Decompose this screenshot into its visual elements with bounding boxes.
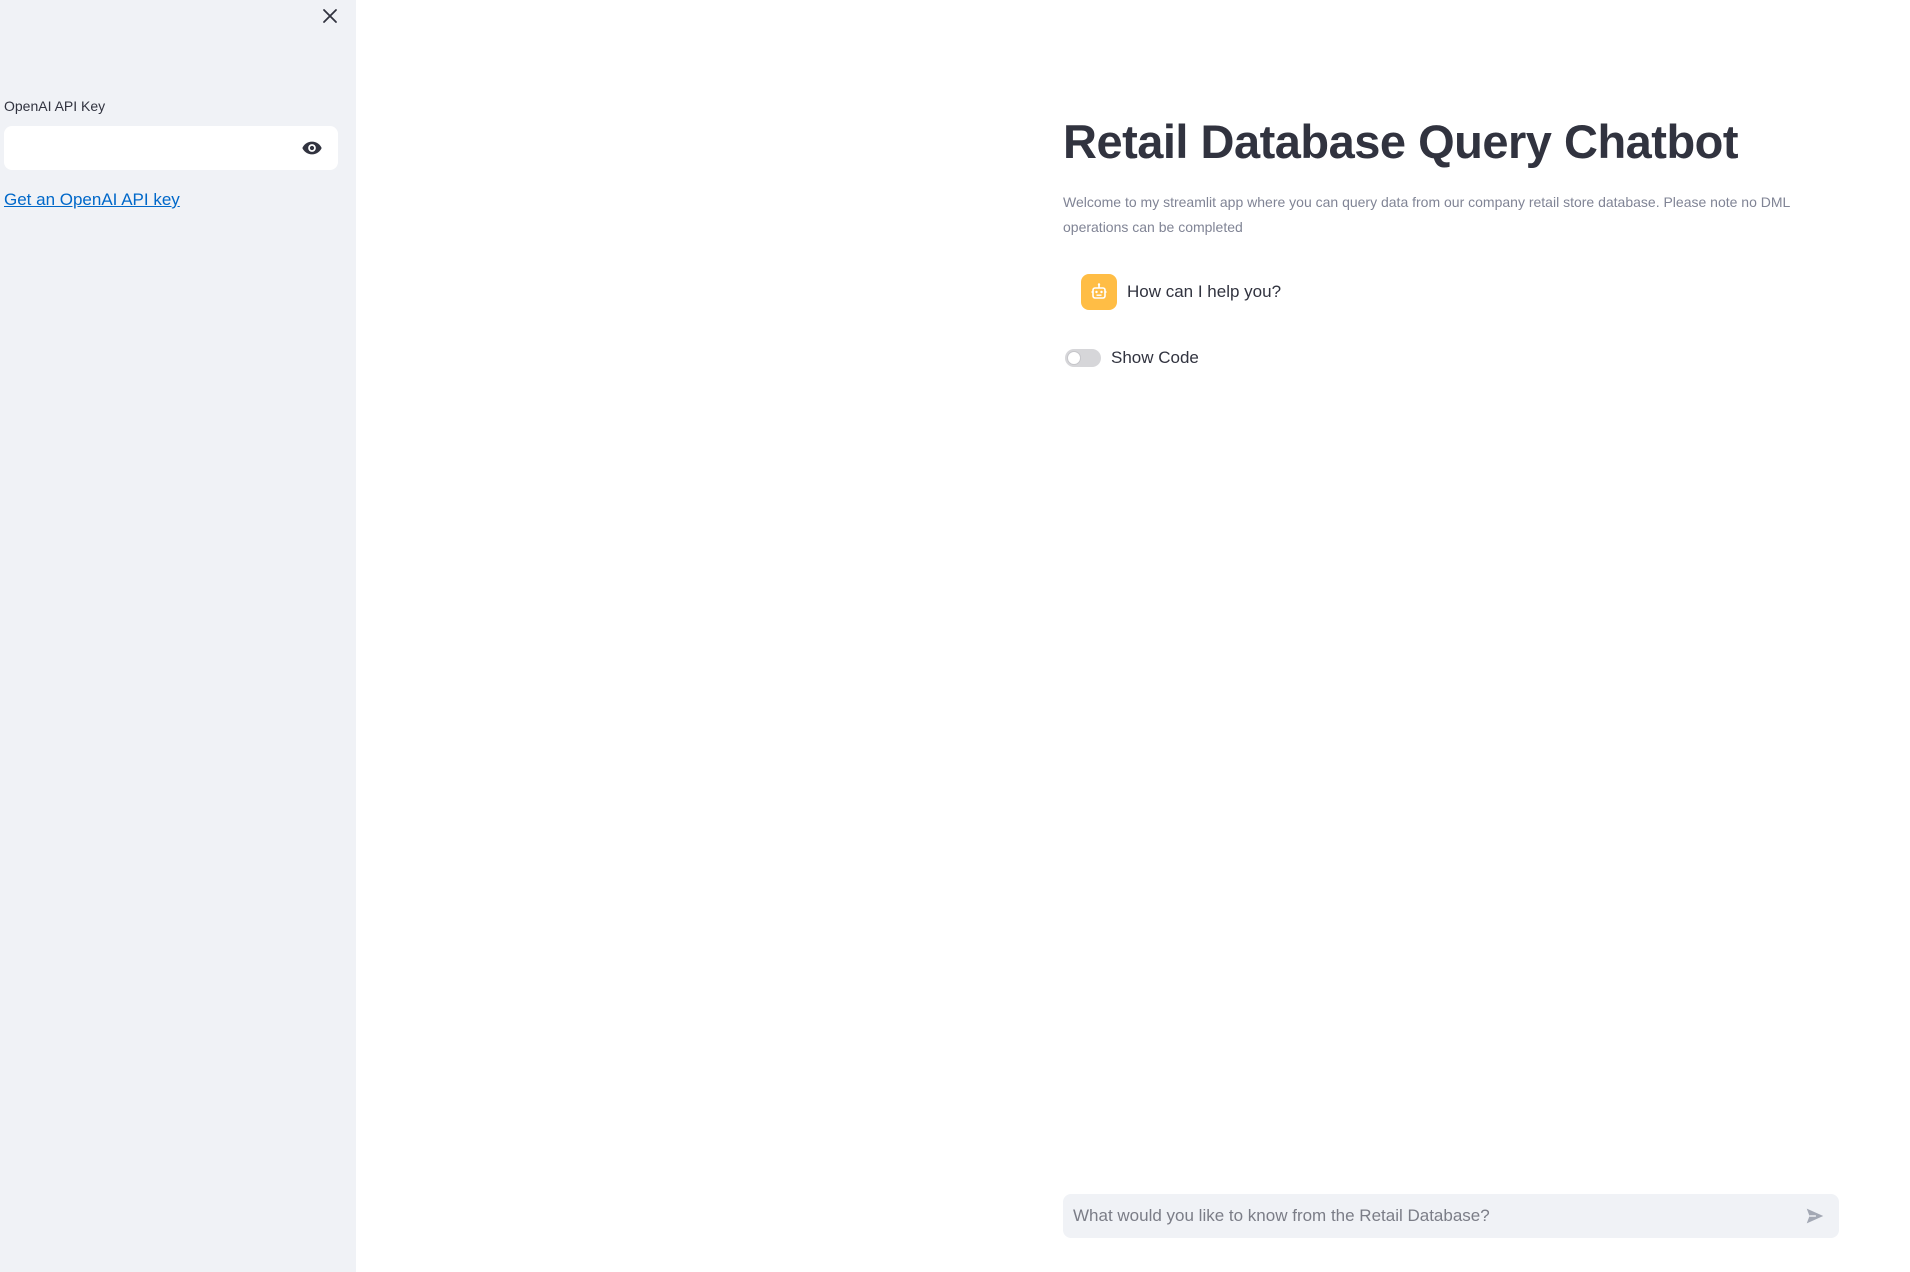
avatar — [1081, 274, 1117, 310]
app-root: OpenAI API Key Get an OpenAI API key Ret… — [0, 0, 1910, 1272]
toggle-switch[interactable] — [1065, 349, 1101, 367]
close-icon — [323, 9, 337, 23]
chat-message-text: How can I help you? — [1127, 282, 1282, 301]
toggle-label: Show Code — [1111, 348, 1199, 367]
show-password-button[interactable] — [290, 126, 334, 170]
robot-icon — [1091, 283, 1107, 299]
api-key-input[interactable] — [4, 126, 290, 170]
eye-icon — [302, 141, 322, 155]
chat-message-assistant: How can I help you? — [1081, 274, 1281, 310]
toggle-knob — [1067, 351, 1081, 365]
chat-input-container — [1063, 1194, 1839, 1238]
chat-input[interactable] — [1063, 1194, 1795, 1238]
page-description: Welcome to my streamlit app where you ca… — [1063, 194, 1790, 235]
api-key-label: OpenAI API Key — [4, 98, 106, 114]
send-icon — [1806, 1208, 1824, 1224]
close-sidebar-button[interactable] — [316, 2, 344, 30]
sidebar: OpenAI API Key Get an OpenAI API key — [0, 0, 356, 1272]
send-button[interactable] — [1795, 1196, 1835, 1236]
main-content: Retail Database Query Chatbot Welcome to… — [1063, 0, 1841, 1272]
show-code-toggle[interactable]: Show Code — [1065, 348, 1199, 368]
page-title: Retail Database Query Chatbot — [1063, 115, 1739, 168]
api-key-field — [4, 126, 338, 170]
get-api-key-link[interactable]: Get an OpenAI API key — [4, 190, 180, 210]
